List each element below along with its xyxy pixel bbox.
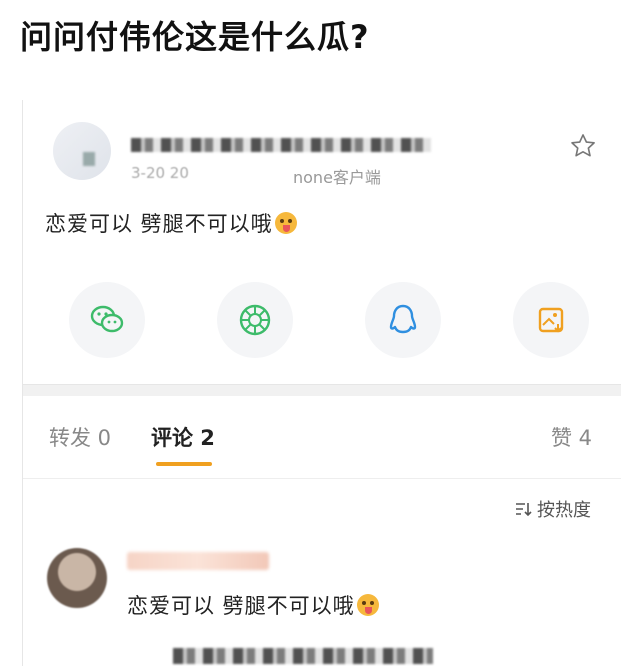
headline: 问问付伟伦这是什么瓜? — [20, 18, 370, 56]
sort-label: 按热度 — [537, 500, 591, 521]
share-row — [69, 282, 589, 358]
share-qq-button[interactable] — [365, 282, 441, 358]
tongue-emoji-icon — [356, 594, 379, 616]
wechat-icon — [90, 305, 124, 333]
section-divider — [23, 384, 621, 396]
comment-text: 恋爱可以 劈腿不可以哦 — [127, 590, 379, 620]
save-image-icon — [538, 307, 564, 333]
comment-meta-mosaic — [173, 648, 433, 664]
post-time: 3-20 20 — [131, 164, 189, 182]
share-moments-button[interactable] — [217, 282, 293, 358]
share-wechat-button[interactable] — [69, 282, 145, 358]
avatar[interactable] — [53, 122, 111, 180]
tabs-divider — [23, 478, 621, 479]
save-image-button[interactable] — [513, 282, 589, 358]
sort-by-hot-button[interactable]: 按热度 — [515, 496, 591, 522]
comment-text-content: 恋爱可以 劈腿不可以哦 — [127, 594, 355, 618]
sort-icon — [516, 503, 532, 517]
post-client: none客户端 — [293, 168, 381, 187]
tongue-emoji-icon — [274, 212, 297, 234]
username-mosaic — [131, 138, 431, 152]
comment-avatar[interactable] — [47, 548, 107, 608]
active-tab-indicator — [156, 462, 212, 466]
detail-tabs: 转发 0 评论 2 赞 4 — [23, 418, 621, 470]
comment-username-mosaic[interactable] — [127, 552, 269, 570]
weibo-post-screenshot: 3-20 20 none客户端 恋爱可以 劈腿不可以哦 转发 0 评论 2 赞 … — [22, 100, 621, 666]
post-text: 恋爱可以 劈腿不可以哦 — [45, 208, 297, 238]
tab-comments[interactable]: 评论 2 — [151, 422, 215, 452]
tab-likes[interactable]: 赞 4 — [551, 422, 592, 452]
favorite-star-icon[interactable] — [569, 132, 597, 160]
qq-icon — [389, 304, 417, 334]
tab-repost[interactable]: 转发 0 — [49, 422, 111, 452]
post-text-content: 恋爱可以 劈腿不可以哦 — [45, 212, 273, 236]
moments-icon — [239, 304, 271, 336]
